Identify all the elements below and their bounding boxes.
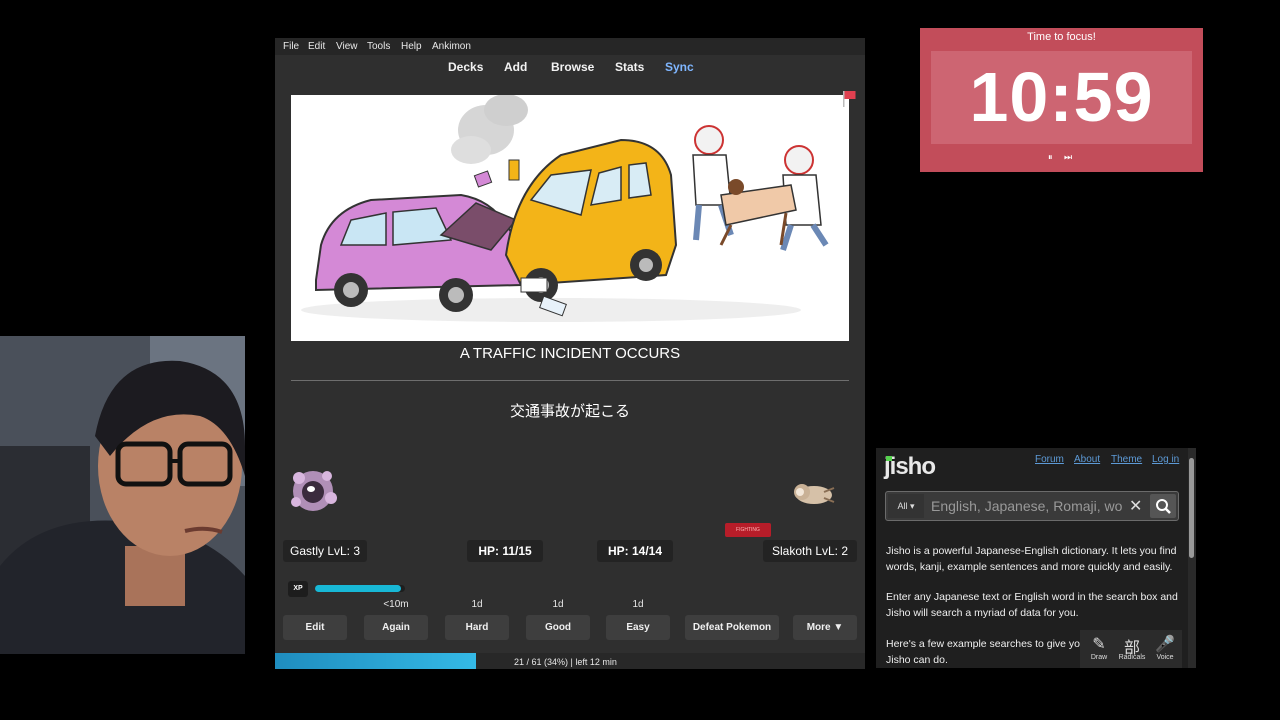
jisho-link-forum[interactable]: Forum xyxy=(1035,454,1064,465)
menu-file[interactable]: File xyxy=(283,41,299,52)
jisho-panel: jisho Forum About Theme Log in All ▾ ✕ J… xyxy=(876,448,1196,668)
enemy-pokemon-level: Slakoth LvL: 2 xyxy=(763,540,857,562)
jisho-link-about[interactable]: About xyxy=(1074,454,1100,465)
review-progress-fill xyxy=(275,653,476,669)
draw-tool[interactable]: ✎ Draw xyxy=(1082,634,1116,661)
player-hp: HP: 11/15 xyxy=(467,540,543,562)
search-scope-select[interactable]: All ▾ xyxy=(888,494,924,518)
again-button[interactable]: Again xyxy=(364,615,428,640)
jisho-input-tools: ✎ Draw 部 Radicals 🎤 Voice xyxy=(1080,630,1182,668)
gastly-sprite xyxy=(291,471,337,511)
hard-button[interactable]: Hard xyxy=(445,615,509,640)
microphone-icon: 🎤 xyxy=(1155,636,1175,653)
xp-bar-fill xyxy=(315,585,401,592)
menu-ankimon[interactable]: Ankimon xyxy=(432,41,471,52)
skip-icon[interactable]: ⏭ xyxy=(1064,152,1072,163)
xp-bar xyxy=(315,585,405,592)
card-back-text: 交通事故が起こる xyxy=(509,403,630,420)
more-button[interactable]: More ▼ xyxy=(793,615,857,640)
pause-icon[interactable]: ⏸ xyxy=(1048,152,1053,163)
card-front-text: A TRAFFIC INCIDENT OCCURS xyxy=(459,345,681,362)
due-hard: 1d xyxy=(471,599,483,610)
jisho-intro-4: Jisho can do. xyxy=(886,654,948,666)
draw-label: Draw xyxy=(1090,654,1108,661)
red-flag-icon[interactable] xyxy=(842,90,856,108)
answer-divider xyxy=(291,380,849,381)
slakoth-sprite xyxy=(794,484,835,504)
jisho-link-theme[interactable]: Theme xyxy=(1111,454,1142,465)
toolbar-stats[interactable]: Stats xyxy=(615,60,644,74)
card-illustration xyxy=(291,95,849,341)
due-again: <10m xyxy=(383,599,409,610)
jisho-scrollbar[interactable] xyxy=(1188,448,1196,668)
voice-tool[interactable]: 🎤 Voice xyxy=(1148,634,1182,661)
timer-panel: 10:59 xyxy=(931,51,1192,144)
due-easy: 1d xyxy=(632,599,644,610)
timer-display: 10:59 xyxy=(969,58,1154,136)
due-good: 1d xyxy=(552,599,564,610)
jisho-link-login[interactable]: Log in xyxy=(1152,454,1179,465)
edit-button[interactable]: Edit xyxy=(283,615,347,640)
anki-window: File Edit View Tools Help Ankimon Decks … xyxy=(275,38,865,669)
easy-button[interactable]: Easy xyxy=(606,615,670,640)
jisho-search-bar: All ▾ ✕ xyxy=(885,491,1179,521)
menu-view[interactable]: View xyxy=(336,41,358,52)
clear-icon[interactable]: ✕ xyxy=(1129,496,1142,516)
jisho-logo-accent xyxy=(886,456,892,461)
jisho-intro-1: Jisho is a powerful Japanese-English dic… xyxy=(886,545,1177,573)
radicals-tool[interactable]: 部 Radicals xyxy=(1115,634,1149,661)
search-button[interactable] xyxy=(1150,494,1176,518)
defeat-pokemon-button[interactable]: Defeat Pokemon xyxy=(685,615,779,640)
xp-label: XP xyxy=(288,581,308,597)
menu-tools[interactable]: Tools xyxy=(367,41,390,52)
jisho-scroll-thumb[interactable] xyxy=(1189,458,1194,558)
player-pokemon-level: Gastly LvL: 3 xyxy=(283,540,367,562)
radicals-icon: 部 xyxy=(1123,640,1140,657)
jisho-intro-3: Here's a few example searches to give yo xyxy=(886,638,1081,650)
enemy-hp: HP: 14/14 xyxy=(597,540,673,562)
voice-label: Voice xyxy=(1156,654,1174,661)
jisho-intro-2: Enter any Japanese text or English word … xyxy=(886,591,1178,619)
draw-icon: ✎ xyxy=(1092,636,1106,653)
toolbar-sync[interactable]: Sync xyxy=(665,60,694,74)
search-icon xyxy=(1156,499,1171,514)
review-progress-text: 21 / 61 (34%) | left 12 min xyxy=(514,657,617,667)
menu-edit[interactable]: Edit xyxy=(308,41,325,52)
toolbar-browse[interactable]: Browse xyxy=(551,60,594,74)
focus-timer: Time to focus! 10:59 ⏸ ⏭ xyxy=(920,28,1203,172)
good-button[interactable]: Good xyxy=(526,615,590,640)
menu-bar: File Edit View Tools Help Ankimon xyxy=(275,38,865,55)
search-input[interactable] xyxy=(931,494,1123,518)
menu-help[interactable]: Help xyxy=(401,41,422,52)
timer-title: Time to focus! xyxy=(1027,31,1096,43)
toolbar-add[interactable]: Add xyxy=(504,60,527,74)
webcam-feed xyxy=(0,336,245,654)
radicals-label: Radicals xyxy=(1118,654,1146,661)
toolbar-decks[interactable]: Decks xyxy=(448,60,483,74)
type-badge: FIGHTING xyxy=(725,523,771,537)
